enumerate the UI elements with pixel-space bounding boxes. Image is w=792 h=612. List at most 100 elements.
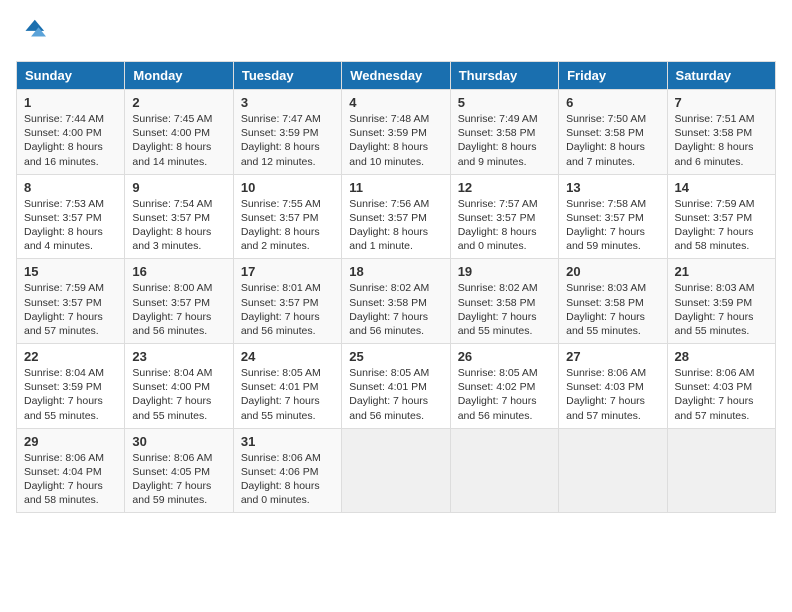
day-info: Sunrise: 7:55 AMSunset: 3:57 PMDaylight:…	[241, 198, 321, 253]
day-info: Sunrise: 7:45 AMSunset: 4:00 PMDaylight:…	[132, 113, 212, 168]
day-info: Sunrise: 8:06 AMSunset: 4:03 PMDaylight:…	[675, 367, 755, 422]
calendar-day-cell	[667, 428, 775, 513]
day-number: 19	[458, 264, 551, 279]
calendar-day-cell: 9 Sunrise: 7:54 AMSunset: 3:57 PMDayligh…	[125, 174, 233, 259]
calendar-day-cell: 10 Sunrise: 7:55 AMSunset: 3:57 PMDaylig…	[233, 174, 341, 259]
day-number: 16	[132, 264, 225, 279]
day-number: 9	[132, 180, 225, 195]
calendar-day-cell: 1 Sunrise: 7:44 AMSunset: 4:00 PMDayligh…	[17, 90, 125, 175]
day-info: Sunrise: 8:00 AMSunset: 3:57 PMDaylight:…	[132, 282, 212, 337]
day-info: Sunrise: 8:03 AMSunset: 3:58 PMDaylight:…	[566, 282, 646, 337]
day-info: Sunrise: 7:59 AMSunset: 3:57 PMDaylight:…	[675, 198, 755, 253]
calendar-day-cell: 29 Sunrise: 8:06 AMSunset: 4:04 PMDaylig…	[17, 428, 125, 513]
calendar-day-cell: 28 Sunrise: 8:06 AMSunset: 4:03 PMDaylig…	[667, 344, 775, 429]
day-number: 31	[241, 434, 334, 449]
calendar-day-cell: 18 Sunrise: 8:02 AMSunset: 3:58 PMDaylig…	[342, 259, 450, 344]
calendar-day-cell: 4 Sunrise: 7:48 AMSunset: 3:59 PMDayligh…	[342, 90, 450, 175]
day-info: Sunrise: 7:44 AMSunset: 4:00 PMDaylight:…	[24, 113, 104, 168]
day-number: 1	[24, 95, 117, 110]
calendar-day-cell	[559, 428, 667, 513]
calendar-day-cell: 7 Sunrise: 7:51 AMSunset: 3:58 PMDayligh…	[667, 90, 775, 175]
day-info: Sunrise: 7:48 AMSunset: 3:59 PMDaylight:…	[349, 113, 429, 168]
day-number: 26	[458, 349, 551, 364]
day-number: 10	[241, 180, 334, 195]
day-number: 30	[132, 434, 225, 449]
day-of-week-header: Saturday	[667, 62, 775, 90]
day-number: 29	[24, 434, 117, 449]
day-number: 4	[349, 95, 442, 110]
calendar-week-row: 15 Sunrise: 7:59 AMSunset: 3:57 PMDaylig…	[17, 259, 776, 344]
calendar-day-cell: 24 Sunrise: 8:05 AMSunset: 4:01 PMDaylig…	[233, 344, 341, 429]
day-of-week-header: Sunday	[17, 62, 125, 90]
day-info: Sunrise: 8:01 AMSunset: 3:57 PMDaylight:…	[241, 282, 321, 337]
calendar-day-cell: 20 Sunrise: 8:03 AMSunset: 3:58 PMDaylig…	[559, 259, 667, 344]
calendar-day-cell: 5 Sunrise: 7:49 AMSunset: 3:58 PMDayligh…	[450, 90, 558, 175]
day-number: 28	[675, 349, 768, 364]
day-info: Sunrise: 8:06 AMSunset: 4:04 PMDaylight:…	[24, 452, 104, 507]
day-number: 2	[132, 95, 225, 110]
day-number: 27	[566, 349, 659, 364]
day-info: Sunrise: 8:06 AMSunset: 4:05 PMDaylight:…	[132, 452, 212, 507]
calendar-day-cell: 26 Sunrise: 8:05 AMSunset: 4:02 PMDaylig…	[450, 344, 558, 429]
calendar-day-cell: 22 Sunrise: 8:04 AMSunset: 3:59 PMDaylig…	[17, 344, 125, 429]
day-info: Sunrise: 8:05 AMSunset: 4:01 PMDaylight:…	[241, 367, 321, 422]
day-info: Sunrise: 7:49 AMSunset: 3:58 PMDaylight:…	[458, 113, 538, 168]
calendar-day-cell: 12 Sunrise: 7:57 AMSunset: 3:57 PMDaylig…	[450, 174, 558, 259]
day-number: 22	[24, 349, 117, 364]
calendar-day-cell: 13 Sunrise: 7:58 AMSunset: 3:57 PMDaylig…	[559, 174, 667, 259]
day-info: Sunrise: 7:56 AMSunset: 3:57 PMDaylight:…	[349, 198, 429, 253]
calendar-day-cell: 23 Sunrise: 8:04 AMSunset: 4:00 PMDaylig…	[125, 344, 233, 429]
day-of-week-header: Tuesday	[233, 62, 341, 90]
calendar-day-cell: 8 Sunrise: 7:53 AMSunset: 3:57 PMDayligh…	[17, 174, 125, 259]
day-info: Sunrise: 8:05 AMSunset: 4:01 PMDaylight:…	[349, 367, 429, 422]
calendar-day-cell: 30 Sunrise: 8:06 AMSunset: 4:05 PMDaylig…	[125, 428, 233, 513]
day-number: 14	[675, 180, 768, 195]
day-number: 20	[566, 264, 659, 279]
day-info: Sunrise: 8:06 AMSunset: 4:06 PMDaylight:…	[241, 452, 321, 507]
day-info: Sunrise: 8:02 AMSunset: 3:58 PMDaylight:…	[349, 282, 429, 337]
calendar-week-row: 8 Sunrise: 7:53 AMSunset: 3:57 PMDayligh…	[17, 174, 776, 259]
calendar-day-cell: 21 Sunrise: 8:03 AMSunset: 3:59 PMDaylig…	[667, 259, 775, 344]
day-info: Sunrise: 7:54 AMSunset: 3:57 PMDaylight:…	[132, 198, 212, 253]
logo	[16, 16, 46, 49]
calendar-day-cell: 6 Sunrise: 7:50 AMSunset: 3:58 PMDayligh…	[559, 90, 667, 175]
calendar-day-cell: 27 Sunrise: 8:06 AMSunset: 4:03 PMDaylig…	[559, 344, 667, 429]
calendar-week-row: 1 Sunrise: 7:44 AMSunset: 4:00 PMDayligh…	[17, 90, 776, 175]
calendar-table: SundayMondayTuesdayWednesdayThursdayFrid…	[16, 61, 776, 513]
day-info: Sunrise: 7:58 AMSunset: 3:57 PMDaylight:…	[566, 198, 646, 253]
day-info: Sunrise: 7:57 AMSunset: 3:57 PMDaylight:…	[458, 198, 538, 253]
day-info: Sunrise: 7:47 AMSunset: 3:59 PMDaylight:…	[241, 113, 321, 168]
day-number: 24	[241, 349, 334, 364]
calendar-day-cell: 17 Sunrise: 8:01 AMSunset: 3:57 PMDaylig…	[233, 259, 341, 344]
calendar-day-cell: 11 Sunrise: 7:56 AMSunset: 3:57 PMDaylig…	[342, 174, 450, 259]
day-of-week-header: Thursday	[450, 62, 558, 90]
day-info: Sunrise: 7:59 AMSunset: 3:57 PMDaylight:…	[24, 282, 104, 337]
calendar-day-cell	[342, 428, 450, 513]
calendar-week-row: 29 Sunrise: 8:06 AMSunset: 4:04 PMDaylig…	[17, 428, 776, 513]
calendar-day-cell: 2 Sunrise: 7:45 AMSunset: 4:00 PMDayligh…	[125, 90, 233, 175]
day-info: Sunrise: 8:02 AMSunset: 3:58 PMDaylight:…	[458, 282, 538, 337]
calendar-week-row: 22 Sunrise: 8:04 AMSunset: 3:59 PMDaylig…	[17, 344, 776, 429]
day-info: Sunrise: 8:04 AMSunset: 4:00 PMDaylight:…	[132, 367, 212, 422]
day-number: 3	[241, 95, 334, 110]
day-of-week-header: Wednesday	[342, 62, 450, 90]
calendar-day-cell: 14 Sunrise: 7:59 AMSunset: 3:57 PMDaylig…	[667, 174, 775, 259]
calendar-day-cell: 15 Sunrise: 7:59 AMSunset: 3:57 PMDaylig…	[17, 259, 125, 344]
day-number: 17	[241, 264, 334, 279]
calendar-day-cell: 3 Sunrise: 7:47 AMSunset: 3:59 PMDayligh…	[233, 90, 341, 175]
day-of-week-header: Monday	[125, 62, 233, 90]
day-number: 12	[458, 180, 551, 195]
day-info: Sunrise: 8:06 AMSunset: 4:03 PMDaylight:…	[566, 367, 646, 422]
day-info: Sunrise: 8:03 AMSunset: 3:59 PMDaylight:…	[675, 282, 755, 337]
day-number: 21	[675, 264, 768, 279]
calendar-day-cell: 31 Sunrise: 8:06 AMSunset: 4:06 PMDaylig…	[233, 428, 341, 513]
calendar-header-row: SundayMondayTuesdayWednesdayThursdayFrid…	[17, 62, 776, 90]
calendar-day-cell	[450, 428, 558, 513]
day-number: 11	[349, 180, 442, 195]
day-info: Sunrise: 8:04 AMSunset: 3:59 PMDaylight:…	[24, 367, 104, 422]
day-info: Sunrise: 7:51 AMSunset: 3:58 PMDaylight:…	[675, 113, 755, 168]
day-number: 5	[458, 95, 551, 110]
day-number: 7	[675, 95, 768, 110]
day-number: 15	[24, 264, 117, 279]
page-header	[16, 16, 776, 49]
